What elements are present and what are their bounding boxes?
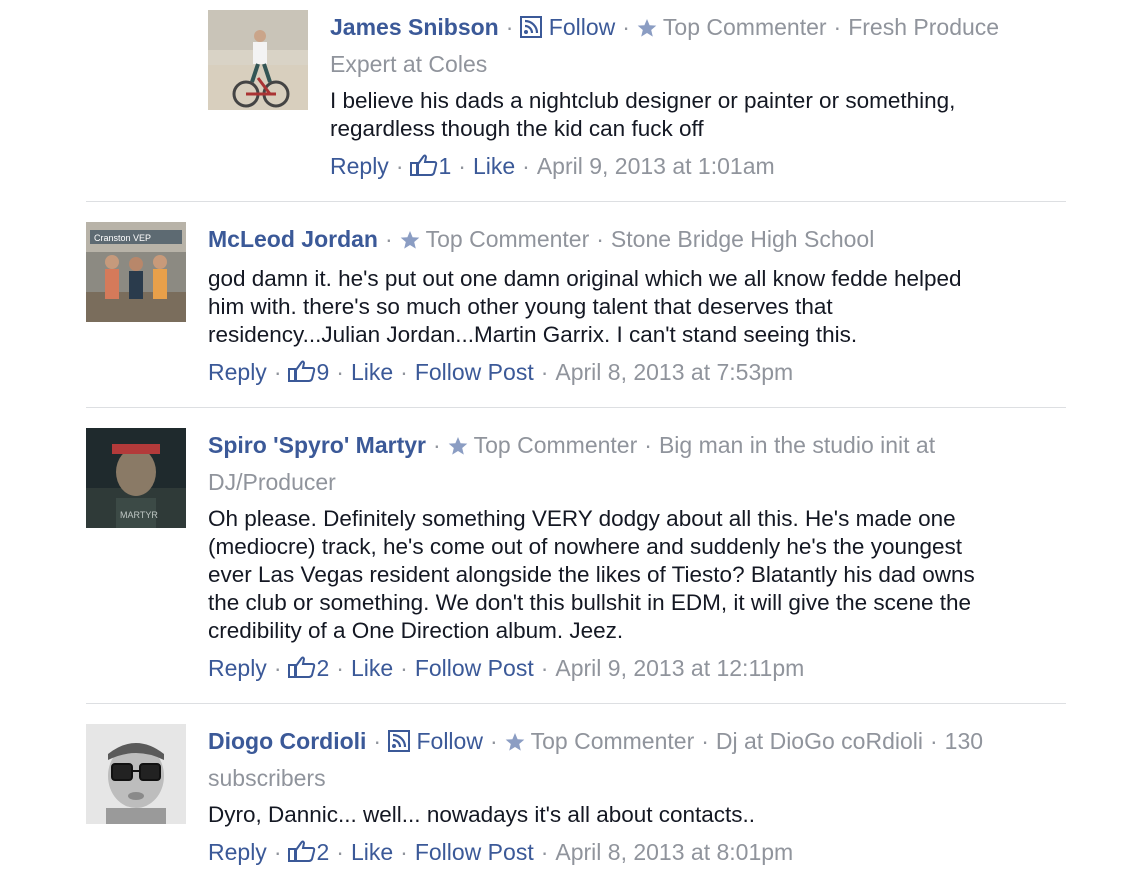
star-icon [637,13,657,47]
separator: · [540,655,549,681]
separator: · [505,14,514,40]
commenter-name[interactable]: James Snibson [330,14,499,40]
separator: · [540,839,549,865]
rss-icon[interactable] [388,727,411,761]
follow-post-link[interactable]: Follow Post [415,655,534,681]
comment-divider [86,201,1066,202]
like-count: 2 [316,655,330,681]
follow-link[interactable]: Follow [416,728,482,754]
avatar[interactable]: MARTYR [86,428,186,528]
comment-text: I believe his dads a nightclub designer … [330,88,956,141]
thumbs-up-icon [288,654,316,688]
separator: · [395,153,404,179]
commenter-name[interactable]: Spiro 'Spyro' Martyr [208,432,426,458]
comment-divider [86,407,1066,408]
separator: · [489,728,498,754]
like-link[interactable]: Like [473,153,515,179]
separator: · [596,226,604,252]
commenter-name[interactable]: McLeod Jordan [208,226,378,252]
separator: · [930,728,938,754]
star-icon [400,225,420,259]
comment-actions: Reply · 2 · Like · Follow Post · April 8, 2013 a… [208,835,1028,872]
thumbs-up-icon [288,358,316,392]
follow-post-link[interactable]: Follow Post [415,839,534,865]
avatar[interactable] [208,10,308,110]
comment-body: Diogo Cordioli · Follow · Top Commenter · Dj… [208,724,1028,872]
like-link[interactable]: Like [351,359,393,385]
like-link[interactable]: Like [351,839,393,865]
comment-text: Dyro, Dannic... well... nowadays it's al… [208,802,756,827]
like-count: 1 [438,153,452,179]
separator: · [400,839,408,865]
comment-meta: James Snibson · Follow · Top Commenter · Fre… [330,10,1050,81]
avatar-sign-text: Cranston VEP [94,233,151,243]
reply-link[interactable]: Reply [330,153,389,179]
timestamp[interactable]: April 9, 2013 at 12:11pm [555,655,804,681]
reply-link[interactable]: Reply [208,655,267,681]
comment-meta: McLeod Jordan · Top Commenter · Stone Bridg… [208,222,998,259]
separator: · [833,14,842,40]
thumbs-up-icon [410,152,438,186]
like-link[interactable]: Like [351,655,393,681]
top-commenter-badge: Top Commenter [473,432,638,458]
comment-body: James Snibson · Follow · Top Commenter · Fre… [330,10,1050,186]
separator: · [336,839,344,865]
separator: · [522,153,530,179]
separator: · [400,655,408,681]
separator: · [336,655,344,681]
comment-actions: Reply · 9 · Like · Follow Post · April 8, 2013 a… [208,355,998,392]
separator: · [273,839,282,865]
avatar[interactable]: Cranston VEP [86,222,186,322]
separator: · [273,359,282,385]
like-count: 9 [316,359,330,385]
timestamp[interactable]: April 8, 2013 at 8:01pm [555,839,793,865]
separator: · [336,359,344,385]
avatar[interactable] [86,724,186,824]
comment-meta: Spiro 'Spyro' Martyr · Top Commenter · Big … [208,428,1008,499]
reply-link[interactable]: Reply [208,839,267,865]
comment-text: Oh please. Definitely something VERY dod… [208,506,975,643]
like-count: 2 [316,839,330,865]
commenter-subtitle: Stone Bridge High School [610,226,875,252]
comment-meta: Diogo Cordioli · Follow · Top Commenter · Dj… [208,724,1028,795]
separator: · [644,432,652,458]
thumbs-up-icon [288,838,316,872]
follow-post-link[interactable]: Follow Post [415,359,534,385]
avatar-shirt-text: MARTYR [120,510,158,520]
separator: · [622,14,630,40]
comment-actions: Reply · 1 · Like · April 9, 2013 at 1:01am [330,149,1050,186]
comment-divider [86,703,1066,704]
reply-link[interactable]: Reply [208,359,267,385]
top-commenter-badge: Top Commenter [530,728,695,754]
separator: · [432,432,441,458]
comment-body: McLeod Jordan · Top Commenter · Stone Bridg… [208,222,998,392]
commenter-name[interactable]: Diogo Cordioli [208,728,366,754]
top-commenter-badge: Top Commenter [662,14,827,40]
separator: · [273,655,282,681]
separator: · [701,728,709,754]
commenter-subtitle: Dj at DioGo coRdioli [715,728,923,754]
separator: · [384,226,393,252]
comment-actions: Reply · 2 · Like · Follow Post · April 9, 2013 a… [208,651,1008,688]
star-icon [448,431,468,465]
separator: · [540,359,549,385]
separator: · [458,153,466,179]
rss-icon[interactable] [520,13,543,47]
timestamp[interactable]: April 8, 2013 at 7:53pm [555,359,793,385]
timestamp[interactable]: April 9, 2013 at 1:01am [537,153,775,179]
star-icon [505,727,525,761]
comment-text: god damn it. he's put out one damn origi… [208,266,962,347]
top-commenter-badge: Top Commenter [425,226,590,252]
comment-body: Spiro 'Spyro' Martyr · Top Commenter · Big … [208,428,1008,688]
separator: · [400,359,408,385]
follow-link[interactable]: Follow [549,14,615,40]
separator: · [373,728,382,754]
